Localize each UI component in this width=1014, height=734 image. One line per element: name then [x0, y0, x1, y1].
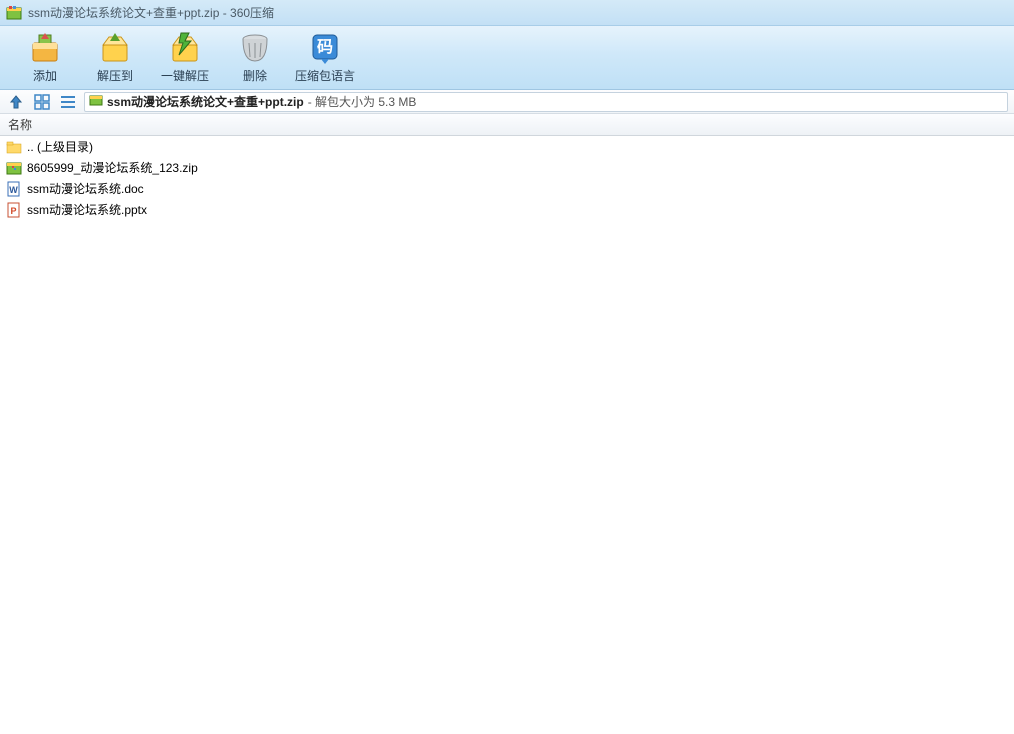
nav-bar: ssm动漫论坛系统论文+查重+ppt.zip - 解包大小为 5.3 MB — [0, 90, 1014, 114]
file-name: ssm动漫论坛系统.pptx — [27, 201, 147, 218]
archive-lang-button[interactable]: 码 压缩包语言 — [290, 28, 360, 88]
archive-lang-icon: 码 — [307, 31, 343, 65]
view-icons-button[interactable] — [32, 93, 52, 111]
list-view-icon — [60, 94, 76, 110]
archive-lang-label: 压缩包语言 — [295, 67, 355, 84]
doc-icon: W — [6, 181, 22, 197]
grid-view-icon — [34, 94, 50, 110]
address-suffix: - 解包大小为 5.3 MB — [308, 93, 417, 110]
app-icon — [6, 5, 22, 21]
toolbar: 添加 解压到 一键解压 删除 码 压缩包语言 — [0, 26, 1014, 90]
svg-text:码: 码 — [317, 38, 333, 56]
extract-to-button[interactable]: 解压到 — [80, 28, 150, 88]
svg-text:W: W — [9, 185, 18, 195]
address-file: ssm动漫论坛系统论文+查重+ppt.zip — [107, 93, 304, 110]
file-name: ssm动漫论坛系统.doc — [27, 180, 144, 197]
column-name: 名称 — [8, 116, 32, 133]
delete-button[interactable]: 删除 — [220, 28, 290, 88]
extract-to-icon — [97, 31, 133, 65]
file-name: 8605999_动漫论坛系统_123.zip — [27, 159, 198, 176]
delete-icon — [237, 31, 273, 65]
delete-label: 删除 — [243, 67, 267, 84]
archive-icon — [89, 93, 103, 110]
pptx-icon: P — [6, 202, 22, 218]
folder-icon — [6, 139, 22, 155]
list-item[interactable]: .. (上级目录) — [0, 136, 1014, 157]
add-button[interactable]: 添加 — [10, 28, 80, 88]
address-bar[interactable]: ssm动漫论坛系统论文+查重+ppt.zip - 解包大小为 5.3 MB — [84, 92, 1008, 112]
one-click-extract-icon — [167, 31, 203, 65]
add-icon — [27, 31, 63, 65]
title-bar: ssm动漫论坛系统论文+查重+ppt.zip - 360压缩 — [0, 0, 1014, 26]
list-item[interactable]: P ssm动漫论坛系统.pptx — [0, 199, 1014, 220]
extract-to-label: 解压到 — [97, 67, 133, 84]
one-click-extract-button[interactable]: 一键解压 — [150, 28, 220, 88]
window-title: ssm动漫论坛系统论文+查重+ppt.zip - 360压缩 — [28, 4, 274, 21]
add-label: 添加 — [33, 67, 57, 84]
column-header[interactable]: 名称 — [0, 114, 1014, 136]
view-list-button[interactable] — [58, 93, 78, 111]
file-name: .. (上级目录) — [27, 138, 93, 155]
nav-up-button[interactable] — [6, 93, 26, 111]
arrow-up-icon — [8, 94, 24, 110]
list-item[interactable]: 8605999_动漫论坛系统_123.zip — [0, 157, 1014, 178]
list-item[interactable]: W ssm动漫论坛系统.doc — [0, 178, 1014, 199]
zip-icon — [6, 160, 22, 176]
svg-text:P: P — [10, 206, 16, 216]
one-click-extract-label: 一键解压 — [161, 67, 209, 84]
file-list: .. (上级目录) 8605999_动漫论坛系统_123.zip W ssm动漫… — [0, 136, 1014, 734]
